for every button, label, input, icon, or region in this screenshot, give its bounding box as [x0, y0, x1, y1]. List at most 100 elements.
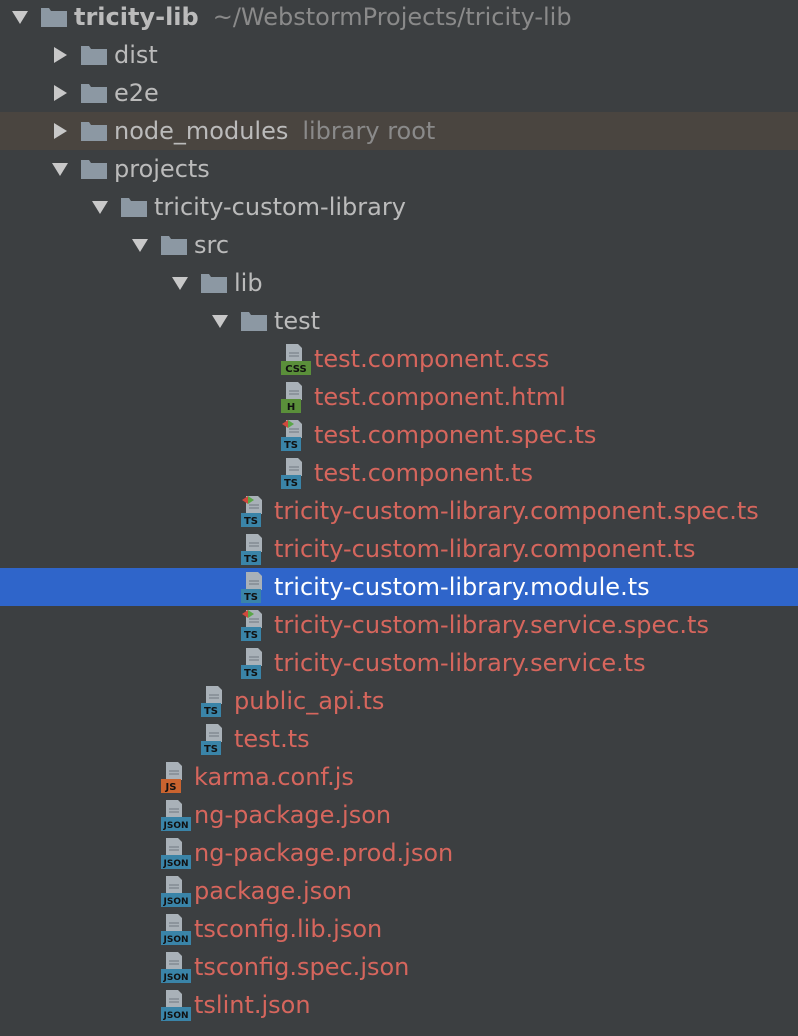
expanded-arrow-icon[interactable] [200, 302, 240, 340]
tree-item-label: tricity-custom-library.module.ts [274, 573, 650, 601]
tree-item-label: tricity-custom-library.component.ts [274, 535, 696, 563]
tree-item-label: package.json [194, 877, 353, 905]
tree-folder-e2e[interactable]: e2e [0, 74, 798, 112]
tree-item-label: e2e [114, 79, 159, 107]
tree-folder-tricity-lib[interactable]: tricity-lib ~/WebstormProjects/tricity-li… [0, 0, 798, 36]
tree-folder-test[interactable]: test [0, 302, 798, 340]
svg-text:TS: TS [204, 706, 218, 717]
tree-folder-node-modules[interactable]: node_modules library root [0, 112, 798, 150]
svg-text:TS: TS [284, 440, 298, 451]
tree-file-tsconfig-spec-json[interactable]: JSON tsconfig.spec.json [0, 948, 798, 986]
ts-file-icon: TS [200, 682, 234, 720]
tree-file-tricity-custom-library-service-ts[interactable]: TS tricity-custom-library.service.ts [0, 644, 798, 682]
tree-item-label: ng-package.json [194, 801, 392, 829]
tree-item-label: projects [114, 155, 210, 183]
tree-file-tricity-custom-library-module-ts[interactable]: TS tricity-custom-library.module.ts [0, 568, 798, 606]
svg-text:TS: TS [244, 554, 258, 565]
tree-file-tsconfig-lib-json[interactable]: JSON tsconfig.lib.json [0, 910, 798, 948]
svg-text:JSON: JSON [162, 935, 188, 945]
folder-icon [200, 264, 234, 302]
tree-folder-projects[interactable]: projects [0, 150, 798, 188]
ts-spec-file-icon: TS [240, 606, 274, 644]
folder-icon [40, 0, 74, 36]
css-file-icon: CSS [280, 340, 314, 378]
collapsed-arrow-icon[interactable] [40, 112, 80, 150]
tree-item-label: tricity-custom-library.service.ts [274, 649, 646, 677]
tree-file-test-component-css[interactable]: CSS test.component.css [0, 340, 798, 378]
svg-text:TS: TS [244, 592, 258, 603]
svg-text:CSS: CSS [285, 364, 306, 375]
folder-icon [80, 150, 114, 188]
json-file-icon: JSON [160, 910, 194, 948]
tree-folder-src[interactable]: src [0, 226, 798, 264]
tree-file-public-api-ts[interactable]: TS public_api.ts [0, 682, 798, 720]
folder-icon [80, 112, 114, 150]
expanded-arrow-icon[interactable] [120, 226, 160, 264]
tree-item-hint: library root [302, 117, 436, 145]
expanded-arrow-icon[interactable] [40, 150, 80, 188]
json-file-icon: JSON [160, 872, 194, 910]
tree-file-tricity-custom-library-component-ts[interactable]: TS tricity-custom-library.component.ts [0, 530, 798, 568]
tree-file-test-ts[interactable]: TS test.ts [0, 720, 798, 758]
folder-icon [80, 74, 114, 112]
tree-item-label: test.component.spec.ts [314, 421, 597, 449]
tree-file-package-json[interactable]: JSON package.json [0, 872, 798, 910]
folder-icon [240, 302, 274, 340]
ts-spec-file-icon: TS [280, 416, 314, 454]
svg-text:JSON: JSON [162, 897, 188, 907]
tree-file-ng-package-prod-json[interactable]: JSON ng-package.prod.json [0, 834, 798, 872]
ts-spec-file-icon: TS [240, 492, 274, 530]
svg-text:JSON: JSON [162, 1011, 188, 1021]
tree-folder-dist[interactable]: dist [0, 36, 798, 74]
folder-icon [80, 36, 114, 74]
svg-text:H: H [287, 402, 295, 413]
expanded-arrow-icon[interactable] [80, 188, 120, 226]
collapsed-arrow-icon[interactable] [40, 36, 80, 74]
tree-item-label: public_api.ts [234, 687, 385, 715]
tree-file-karma-conf-js[interactable]: JS karma.conf.js [0, 758, 798, 796]
js-file-icon: JS [160, 758, 194, 796]
tree-item-label: test.component.html [314, 383, 566, 411]
ts-file-icon: TS [240, 644, 274, 682]
expanded-arrow-icon[interactable] [160, 264, 200, 302]
folder-icon [160, 226, 194, 264]
json-file-icon: JSON [160, 986, 194, 1024]
ts-file-icon: TS [280, 454, 314, 492]
svg-text:TS: TS [244, 630, 258, 641]
html-file-icon: H [280, 378, 314, 416]
tree-file-test-component-ts[interactable]: TS test.component.ts [0, 454, 798, 492]
ts-file-icon: TS [240, 568, 274, 606]
tree-folder-tricity-custom-library[interactable]: tricity-custom-library [0, 188, 798, 226]
svg-text:JSON: JSON [162, 973, 188, 983]
tree-file-tricity-custom-library-service-spec-ts[interactable]: TS tricity-custom-library.service.spec.ts [0, 606, 798, 644]
tree-file-test-component-html[interactable]: Htest.component.html [0, 378, 798, 416]
tree-item-label: tricity-custom-library.component.spec.ts [274, 497, 759, 525]
ts-file-icon: TS [240, 530, 274, 568]
tree-item-label: node_modules [114, 117, 289, 145]
json-file-icon: JSON [160, 834, 194, 872]
collapsed-arrow-icon[interactable] [40, 74, 80, 112]
tree-file-ng-package-json[interactable]: JSON ng-package.json [0, 796, 798, 834]
tree-item-label: test [274, 307, 321, 335]
json-file-icon: JSON [160, 796, 194, 834]
expanded-arrow-icon[interactable] [0, 0, 40, 36]
tree-file-tslint-json[interactable]: JSON tslint.json [0, 986, 798, 1024]
tree-folder-lib[interactable]: lib [0, 264, 798, 302]
tree-file-test-component-spec-ts[interactable]: TS test.component.spec.ts [0, 416, 798, 454]
tree-file-tricity-custom-library-component-spec-ts[interactable]: TS tricity-custom-library.component.spec.… [0, 492, 798, 530]
tree-item-label: ng-package.prod.json [194, 839, 454, 867]
